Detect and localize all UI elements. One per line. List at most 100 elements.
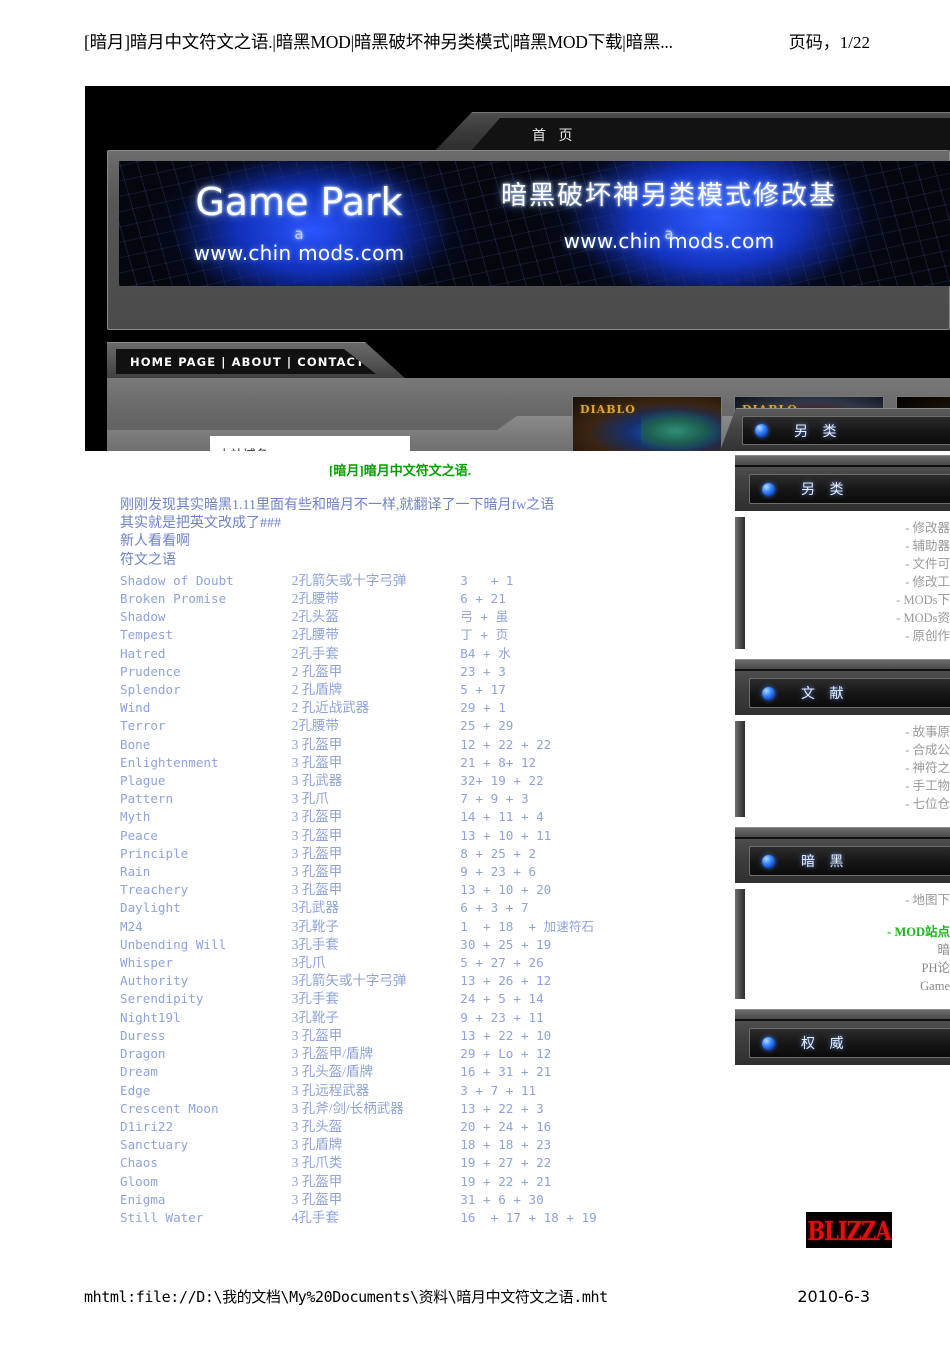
sidebar-item-diablo-4[interactable]: PH论: [735, 959, 950, 977]
cell-runes: 7 + 9 + 3: [460, 791, 529, 807]
table-row: D1iri22 3 孔头盔 20 + 24 + 16: [120, 1118, 680, 1136]
cell-name: Dream: [120, 1064, 158, 1080]
blizzard-logo-text: BLIZZA: [807, 1214, 891, 1246]
sidebar-item-alt-mode-3[interactable]: - 修改工: [735, 573, 950, 591]
cell-name: Whisper: [120, 955, 174, 971]
sidebar-section-alt-mode: 另 类 - 修改器 - 辅助器 - 文件可 - 修改工 - MODs下 - MODs资 - 原…: [735, 455, 950, 655]
cell-runes: 丁 + 页: [460, 627, 509, 643]
table-row: Sanctuary 3 孔盾牌 18 + 18 + 23: [120, 1136, 680, 1154]
sidebar-item-alt-mode-5[interactable]: - MODs资: [735, 609, 950, 627]
cell-item: 3 孔爪类: [291, 1155, 343, 1171]
cell-name: D1iri22: [120, 1118, 174, 1134]
table-row: Broken Promise 2孔腰带 6 + 21: [120, 590, 680, 608]
cell-name: Shadow: [120, 609, 166, 625]
cell-runes: 19 + 22 + 21: [460, 1173, 552, 1189]
cell-name: Shadow of Doubt: [120, 572, 234, 588]
subnav-links[interactable]: HOME PAGE | ABOUT | CONTACT: [130, 355, 365, 369]
cell-item: 3 孔盔甲: [291, 809, 343, 825]
sidebar-item-diablo-3[interactable]: 暗: [735, 941, 950, 959]
sidebar-section-header: 另 类: [735, 455, 950, 511]
cell-item: 2孔手套: [291, 645, 339, 661]
print-footer-path: mhtml:file://D:\我的文档\My%20Documents\资料\暗…: [84, 1288, 608, 1306]
sidebar-section-tab[interactable]: 文 献: [749, 678, 950, 708]
sidebar-section-tab[interactable]: 权 威: [749, 1028, 950, 1058]
site-top-nav[interactable]: 首 页: [532, 125, 576, 145]
cell-item: 3 孔武器: [291, 773, 343, 789]
cell-item: 3 孔盔甲: [291, 845, 343, 861]
sidebar-section-list: - 地图下 - MOD站点暗 PH论 Game: [735, 883, 950, 1005]
sidebar-section-header: 暗 黑: [735, 827, 950, 883]
sidebar-item-documents-0[interactable]: - 故事原: [735, 723, 950, 741]
blizzard-logo: BLIZZA: [806, 1212, 892, 1248]
cell-name: Wind: [120, 700, 151, 716]
table-row: Shadow 2孔头盔 弓 + 虽: [120, 608, 680, 626]
cell-runes: 12 + 22 + 22: [460, 736, 552, 752]
sidebar-item-diablo-0[interactable]: - 地图下: [735, 891, 950, 909]
table-row: Enlightenment 3 孔盔甲 21 + 8+ 12: [120, 754, 680, 772]
table-row: Splendor 2 孔盾牌 5 + 17: [120, 681, 680, 699]
sidebar-item-alt-mode-4[interactable]: - MODs下: [735, 591, 950, 609]
site-subnav-inner[interactable]: HOME PAGE | ABOUT | CONTACT: [116, 349, 376, 374]
table-row: Edge 3 孔远程武器 3 + 7 + 11: [120, 1082, 680, 1100]
cell-name: Night19l: [120, 1009, 181, 1025]
site-subnav: HOME PAGE | ABOUT | CONTACT: [107, 342, 407, 380]
sidebar-section-tab[interactable]: 暗 黑: [749, 846, 950, 876]
cell-runes: B4 + 水: [460, 645, 511, 661]
banner-right-a: a: [664, 225, 674, 243]
sidebar-section-label: 另 类: [801, 482, 849, 498]
table-row: Duress 3 孔盔甲 13 + 22 + 10: [120, 1027, 680, 1045]
cell-item: 3 孔爪: [291, 791, 329, 807]
cell-name: Principle: [120, 845, 189, 861]
cell-item: 2孔腰带: [291, 591, 339, 607]
cell-name: Dragon: [120, 1046, 166, 1062]
cell-name: Chaos: [120, 1155, 158, 1171]
table-row: Still Water 4孔手套 16 + 17 + 18 + 19: [120, 1209, 680, 1227]
sidebar-item-alt-mode-0[interactable]: - 修改器: [735, 519, 950, 537]
cell-name: Plague: [120, 773, 166, 789]
domain-label: 本站域名：: [218, 444, 410, 451]
table-row: Dream 3 孔头盔/盾牌 16 + 31 + 21: [120, 1063, 680, 1081]
table-row: Night19l 3孔靴子 9 + 23 + 11: [120, 1009, 680, 1027]
sidebar-item-documents-2[interactable]: - 神符之: [735, 759, 950, 777]
site-right-tab[interactable]: 另 类: [742, 416, 950, 445]
cell-item: 3孔武器: [291, 900, 339, 916]
cell-runes: 9 + 23 + 6: [460, 864, 537, 880]
table-row: Daylight 3孔武器 6 + 3 + 7: [120, 899, 680, 917]
sidebar-item-documents-4[interactable]: - 七位仓: [735, 795, 950, 813]
sidebar-header-strip: [735, 660, 950, 671]
sidebar-section-tab[interactable]: 另 类: [749, 474, 950, 504]
sidebar-item-diablo-5[interactable]: Game: [735, 977, 950, 995]
banner-left-a: a: [294, 225, 304, 243]
blue-orb-icon: [762, 1036, 775, 1050]
sidebar-item-alt-mode-2[interactable]: - 文件可: [735, 555, 950, 573]
sidebar-item-alt-mode-1[interactable]: - 辅助器: [735, 537, 950, 555]
cell-runes: 3 + 1: [460, 572, 514, 588]
print-footer: mhtml:file://D:\我的文档\My%20Documents\资料\暗…: [84, 1286, 870, 1307]
table-row: Enigma 3 孔盔甲 31 + 6 + 30: [120, 1191, 680, 1209]
table-row: Unbending Will 3孔手套 30 + 25 + 19: [120, 936, 680, 954]
sidebar-rail: [735, 721, 745, 817]
sidebar-section-label: 权 威: [801, 1036, 849, 1052]
cell-runes: 16 + 17 + 18 + 19: [460, 1209, 597, 1225]
table-row: Prudence 2 孔盔甲 23 + 3: [120, 663, 680, 681]
banner-right-block: 暗黑破坏神另类模式修改基 a www.chin mods.com: [479, 183, 859, 253]
cell-item: 3孔爪: [291, 955, 326, 971]
cell-item: 3 孔斧/剑/长柄武器: [291, 1100, 404, 1116]
sidebar-item-documents-1[interactable]: - 合成公: [735, 741, 950, 759]
cell-name: Authority: [120, 973, 189, 989]
diablo-thumbnail-amazon[interactable]: DIABLO: [572, 396, 722, 451]
banner-left-block: Game Park a www.chin mods.com: [149, 183, 449, 265]
table-row: Shadow of Doubt 2孔箭矢或十字弓弹 3 + 1: [120, 572, 680, 590]
cell-item: 3孔箭矢或十字弓弹: [291, 973, 407, 989]
runeword-table: Shadow of Doubt 2孔箭矢或十字弓弹 3 + 1 Broken Prom…: [120, 572, 680, 1227]
sidebar-item-documents-3[interactable]: - 手工物: [735, 777, 950, 795]
sidebar-item-alt-mode-6[interactable]: - 原创作: [735, 627, 950, 645]
print-header: [暗月]暗月中文符文之语.|暗黑MOD|暗黑破坏神另类模式|暗黑MOD下载|暗黑…: [84, 28, 870, 54]
nav-item-home[interactable]: 首 页: [532, 125, 576, 145]
sidebar-header-strip: [735, 828, 950, 839]
article-body: [暗月]暗月中文符文之语. 刚刚发现其实暗黑1.11里面有些和暗月不一样,就翻译…: [120, 460, 680, 1227]
print-footer-date: 2010-6-3: [797, 1287, 870, 1306]
cell-item: 2孔头盔: [291, 609, 339, 625]
sidebar-item-diablo-2[interactable]: - MOD站点: [735, 923, 950, 941]
cell-item: 2孔腰带: [291, 627, 339, 643]
